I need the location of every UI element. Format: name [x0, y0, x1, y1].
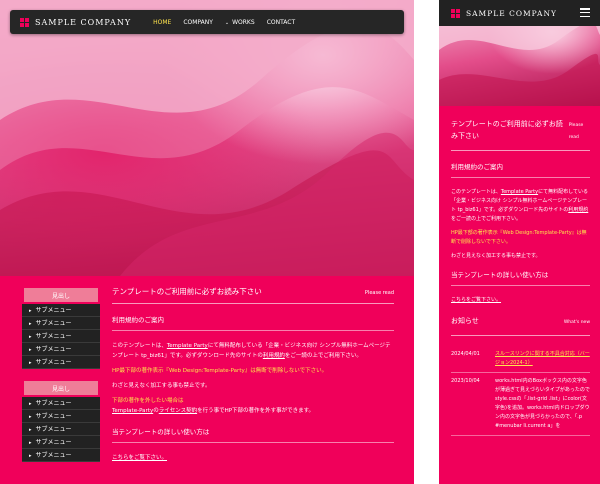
- news-title-text: お知らせ: [451, 317, 479, 325]
- sidebar-submenu-item[interactable]: サブメニュー: [22, 449, 100, 462]
- news-text[interactable]: スルースリンクに関する不具合対応（バージョン2024-1）: [495, 350, 590, 368]
- nav-item-works-label: WORKS: [232, 18, 255, 26]
- chevron-down-icon: ⌄: [224, 19, 230, 26]
- news-item: 2023/10/04 works.html内のBoxボックス内の文字色が薄過ぎて…: [451, 373, 590, 436]
- main-menu: HOME COMPANY ⌄ WORKS CONTACT: [153, 19, 295, 26]
- mobile-usage-heading: 当テンプレートの詳しい使い方は: [451, 269, 590, 286]
- news-date: 2024/04/01: [451, 351, 480, 357]
- sidebar-submenu-item[interactable]: サブメニュー: [22, 317, 100, 330]
- hero-image: SAMPLE COMPANY HOME COMPANY ⌄ WORKS CONTA…: [0, 0, 414, 276]
- modify-warning: わざと見えなく加工する事も禁止です。: [112, 383, 211, 389]
- sidebar-submenu-item[interactable]: サブメニュー: [22, 410, 100, 423]
- sidebar-submenu-item[interactable]: サブメニュー: [22, 436, 100, 449]
- mobile-intro-paragraph: このテンプレートは、Template Partyにて無料配布している「企業・ビジ…: [451, 189, 589, 222]
- news-item: 2024/04/01 スルースリンクに関する不具合対応（バージョン2024-1）: [451, 346, 590, 373]
- intro-paragraph: このテンプレートは、Template Partyにて無料配布している「企業・ビジ…: [112, 343, 391, 359]
- copyright-notice: HP最下部の著作表示『Web Design:Template-Party』は無断…: [112, 368, 328, 374]
- mobile-terms-link[interactable]: 利用規約: [568, 207, 588, 213]
- sidebar-submenu-item[interactable]: サブメニュー: [22, 304, 100, 317]
- usage-link[interactable]: こちらをご覧下さい。: [112, 455, 167, 461]
- mobile-template-party-link[interactable]: Template Party: [501, 189, 538, 195]
- sidebar-submenu-item[interactable]: サブメニュー: [22, 397, 100, 410]
- template-party-link-2[interactable]: Template-Party: [112, 408, 153, 414]
- mobile-view: SAMPLE COMPANY テンプレートのご利用前に必ずお読み下さい Plea…: [439, 0, 600, 484]
- mobile-guide-heading: 利用規約のご案内: [451, 161, 590, 178]
- license-paragraph: Template-Partyのライセンス契約を行う事でHP下部の著作を外す事がで…: [112, 408, 315, 414]
- guide-heading: 利用規約のご案内: [112, 314, 394, 331]
- mobile-header: SAMPLE COMPANY: [439, 0, 600, 26]
- section-title: テンプレートのご利用前に必ずお読み下さい Please read: [112, 286, 394, 304]
- brand-name[interactable]: SAMPLE COMPANY: [35, 18, 131, 27]
- desktop-content: 見出し サブメニュー サブメニュー サブメニュー サブメニュー サブメニュー 見…: [0, 276, 414, 484]
- desktop-view: SAMPLE COMPANY HOME COMPANY ⌄ WORKS CONTA…: [0, 0, 414, 484]
- hamburger-icon[interactable]: [580, 8, 590, 17]
- news-title-en: What's new: [563, 320, 590, 325]
- sidebar-submenu-item[interactable]: サブメニュー: [22, 423, 100, 436]
- news-title: お知らせ What's new: [451, 315, 590, 336]
- license-link[interactable]: ライセンス契約: [159, 408, 197, 414]
- sidebar: 見出し サブメニュー サブメニュー サブメニュー サブメニュー サブメニュー 見…: [22, 286, 100, 472]
- mobile-section-title-en: Please read: [568, 123, 584, 140]
- mobile-section-title: テンプレートのご利用前に必ずお読み下さい Please read: [451, 118, 590, 151]
- sidebar-heading: 見出し: [22, 379, 100, 397]
- mobile-copyright-notice: HP最下部の著作表示『Web Design:Template-Party』は無断…: [451, 230, 587, 245]
- nav-item-home[interactable]: HOME: [153, 19, 171, 26]
- sidebar-box-1: 見出し サブメニュー サブメニュー サブメニュー サブメニュー サブメニュー: [22, 286, 100, 369]
- logo-grid-icon[interactable]: [20, 17, 29, 27]
- news-text: works.html内のBoxボックス内の文字色が薄過ぎて見えづらいタイプがあっ…: [495, 378, 590, 429]
- sidebar-submenu-item[interactable]: サブメニュー: [22, 343, 100, 356]
- nav-item-contact[interactable]: CONTACT: [267, 19, 295, 26]
- section-title-text: テンプレートのご利用前に必ずお読み下さい: [112, 287, 262, 296]
- remove-credit-note: 下部の著作を外したい場合は: [112, 398, 184, 404]
- usage-paragraph: こちらをご覧下さい。: [112, 453, 394, 463]
- mobile-section-title-text: テンプレートのご利用前に必ずお読み下さい: [451, 120, 563, 140]
- news-list: 2024/04/01 スルースリンクに関する不具合対応（バージョン2024-1）…: [451, 346, 590, 436]
- sidebar-box-2: 見出し サブメニュー サブメニュー サブメニュー サブメニュー サブメニュー: [22, 379, 100, 462]
- terms-link[interactable]: 利用規約: [263, 353, 285, 359]
- mobile-modify-warning: わざと見えなく加工する事も禁止です。: [451, 253, 541, 259]
- mobile-usage-link[interactable]: こちらをご覧下さい。: [451, 297, 501, 303]
- mobile-usage-paragraph: こちらをご覧下さい。: [451, 296, 590, 305]
- sidebar-submenu-item[interactable]: サブメニュー: [22, 356, 100, 369]
- main-navbar: SAMPLE COMPANY HOME COMPANY ⌄ WORKS CONTA…: [10, 10, 404, 34]
- template-party-link[interactable]: Template Party: [167, 343, 208, 349]
- sidebar-heading: 見出し: [22, 286, 100, 304]
- news-date: 2023/10/04: [451, 378, 480, 384]
- section-title-en: Please read: [364, 290, 394, 296]
- hero-waves: [0, 0, 414, 276]
- sidebar-submenu-item[interactable]: サブメニュー: [22, 330, 100, 343]
- usage-heading: 当テンプレートの詳しい使い方は: [112, 426, 394, 443]
- mobile-hero-image: SAMPLE COMPANY: [439, 0, 600, 106]
- mobile-content: テンプレートのご利用前に必ずお読み下さい Please read 利用規約のご案…: [451, 118, 590, 436]
- nav-item-works[interactable]: ⌄ WORKS: [225, 19, 255, 26]
- mobile-brand-name[interactable]: SAMPLE COMPANY: [466, 9, 557, 18]
- main-article: テンプレートのご利用前に必ずお読み下さい Please read 利用規約のご案…: [112, 286, 394, 468]
- logo-grid-icon[interactable]: [451, 8, 460, 18]
- screenshot-stage: SAMPLE COMPANY HOME COMPANY ⌄ WORKS CONTA…: [0, 0, 600, 484]
- nav-item-company[interactable]: COMPANY: [183, 19, 213, 26]
